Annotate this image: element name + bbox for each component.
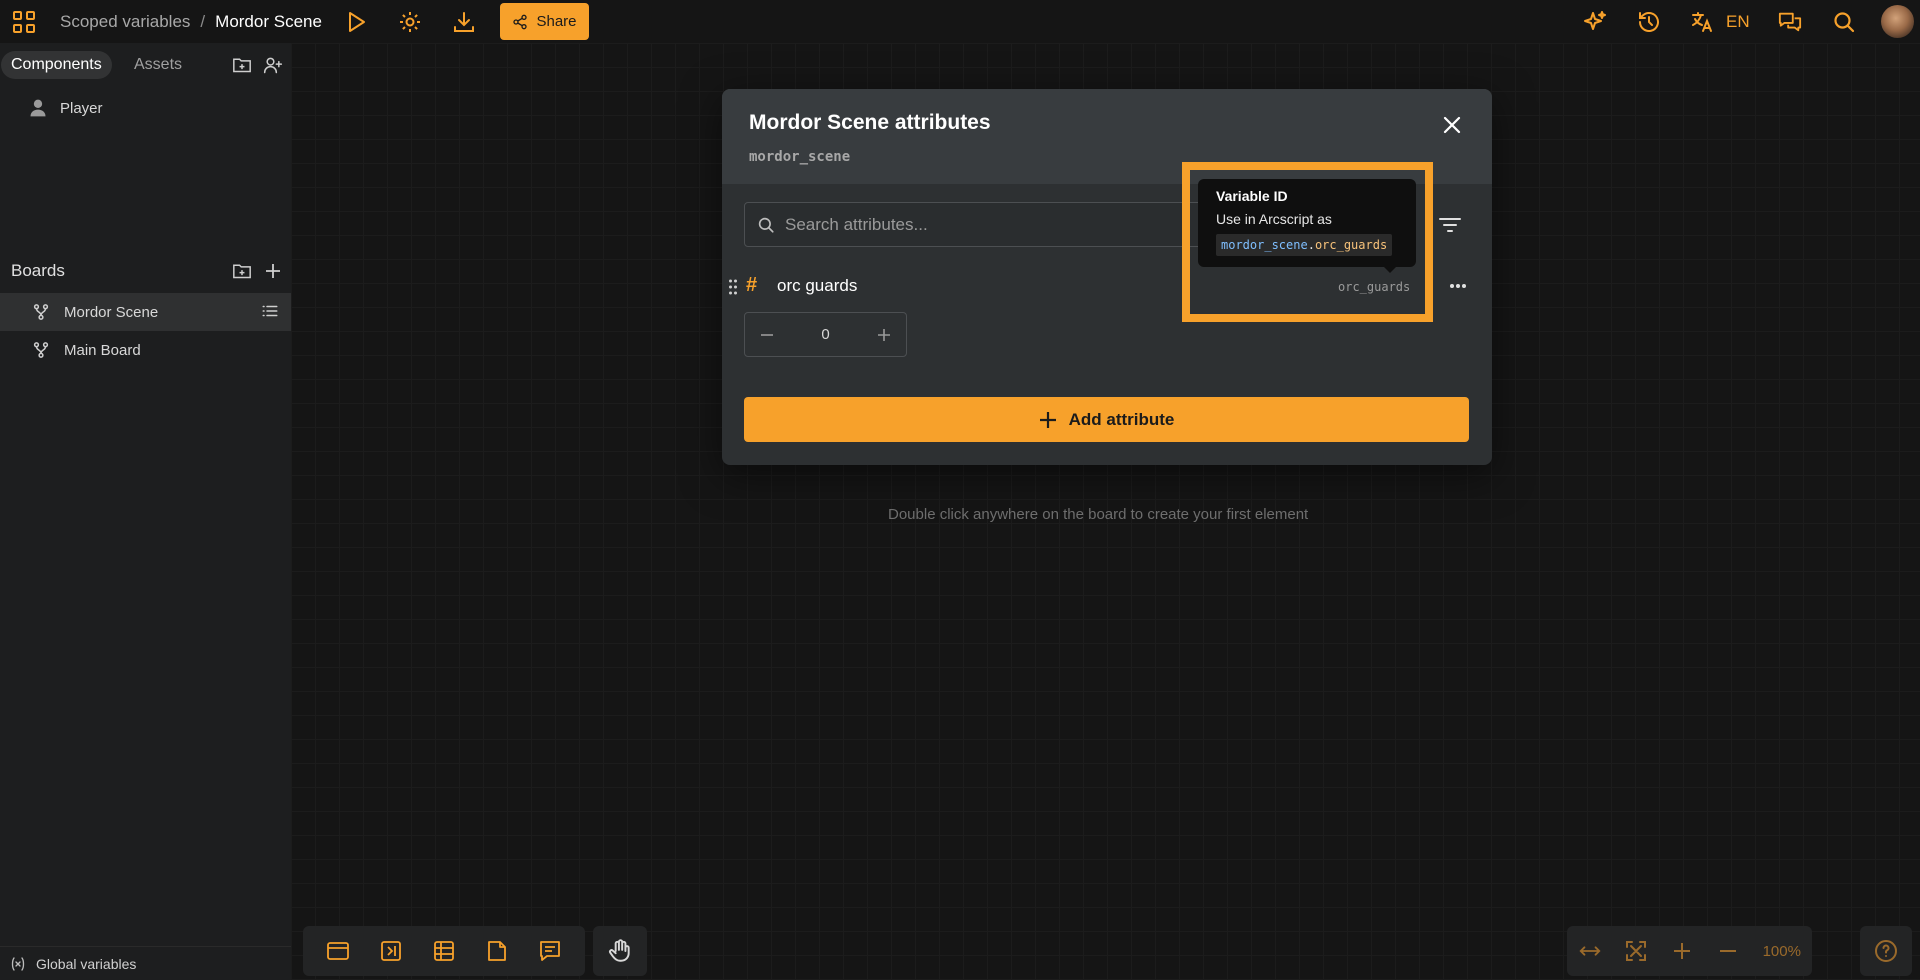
- stepper-value[interactable]: 0: [821, 326, 829, 343]
- sidebar-item-main-board[interactable]: Main Board: [0, 331, 291, 369]
- share-button[interactable]: Share: [500, 3, 589, 40]
- scope-id: mordor_scene: [749, 149, 851, 165]
- tab-components[interactable]: Components: [1, 51, 112, 79]
- board-icon: [33, 304, 49, 320]
- board-label: Main Board: [64, 341, 141, 359]
- boards-heading: Boards: [11, 261, 65, 280]
- breadcrumb: Scoped variables / Mordor Scene: [60, 12, 322, 32]
- empty-board-hint: Double click anywhere on the board to cr…: [888, 506, 1309, 523]
- jump-icon[interactable]: [379, 939, 403, 963]
- new-folder-icon[interactable]: [231, 54, 253, 76]
- more-icon: [1450, 284, 1466, 288]
- list-icon[interactable]: [261, 302, 279, 320]
- help-icon: [1875, 940, 1897, 962]
- variable-icon: [11, 956, 25, 971]
- fit-screen-icon[interactable]: [1624, 939, 1648, 963]
- add-user-icon[interactable]: [262, 54, 284, 76]
- card-icon[interactable]: [326, 939, 350, 963]
- pan-tool-button[interactable]: [593, 926, 647, 976]
- zoom-in-icon[interactable]: [1670, 939, 1694, 963]
- global-variables-label: Global variables: [36, 955, 137, 972]
- code-scope: mordor_scene: [1221, 238, 1308, 252]
- code-variable: orc_guards: [1314, 238, 1388, 252]
- note-icon[interactable]: [485, 939, 509, 963]
- comments-icon[interactable]: [1778, 10, 1802, 34]
- attribute-id[interactable]: orc_guards: [1338, 280, 1410, 294]
- tooltip-title: Variable ID: [1216, 188, 1288, 204]
- plus-icon: [878, 328, 890, 341]
- breadcrumb-project[interactable]: Scoped variables: [60, 12, 190, 32]
- sidebar-item-mordor-scene[interactable]: Mordor Scene: [0, 293, 291, 331]
- sidebar-tabs: Components Assets: [0, 51, 291, 81]
- add-board-icon[interactable]: [262, 260, 284, 282]
- search-icon: [758, 217, 774, 233]
- settings-icon[interactable]: [398, 10, 422, 34]
- tooltip-code: mordor_scene.orc_guards: [1216, 234, 1393, 256]
- dialog-header: Mordor Scene attributes mordor_scene: [722, 89, 1492, 184]
- board-icon: [33, 342, 49, 358]
- help-button[interactable]: [1860, 926, 1912, 976]
- add-attribute-button[interactable]: Add attribute: [744, 397, 1469, 442]
- zoom-level: 100%: [1762, 942, 1801, 960]
- sidebar: Components Assets Player Boards Mordor S…: [0, 43, 291, 980]
- close-icon: [1443, 116, 1461, 134]
- share-label: Share: [536, 13, 577, 30]
- comment-icon[interactable]: [538, 939, 562, 963]
- board-label: Mordor Scene: [64, 303, 159, 321]
- attribute-name[interactable]: orc guards: [777, 276, 857, 296]
- component-label: Player: [60, 99, 103, 117]
- history-icon[interactable]: [1637, 10, 1661, 34]
- fit-width-icon[interactable]: [1578, 939, 1602, 963]
- add-attribute-label: Add attribute: [1068, 409, 1175, 429]
- tab-assets[interactable]: Assets: [124, 51, 192, 79]
- download-icon[interactable]: [452, 10, 476, 34]
- variable-id-tooltip: Variable ID Use in Arcscript as mordor_s…: [1198, 179, 1416, 273]
- attributes-dialog: Mordor Scene attributes mordor_scene # o…: [722, 89, 1492, 465]
- filter-button[interactable]: [1436, 213, 1464, 237]
- hand-icon: [609, 939, 630, 962]
- tooltip-description: Use in Arcscript as: [1216, 211, 1332, 227]
- global-variables-button[interactable]: Global variables: [0, 946, 291, 980]
- close-button[interactable]: [1440, 113, 1464, 137]
- dialog-title: Mordor Scene attributes: [749, 111, 991, 134]
- attribute-row[interactable]: # orc guards orc_guards: [722, 271, 1492, 305]
- language-label[interactable]: EN: [1726, 12, 1750, 32]
- table-icon[interactable]: [432, 939, 456, 963]
- search-icon[interactable]: [1832, 10, 1856, 34]
- boards-section: Boards Mordor Scene Main Board: [0, 255, 291, 359]
- play-icon[interactable]: [344, 10, 368, 34]
- apps-grid-icon[interactable]: [12, 10, 36, 34]
- code-dot: .: [1307, 238, 1315, 252]
- minus-icon: [761, 333, 773, 336]
- breadcrumb-board: Mordor Scene: [215, 12, 322, 31]
- more-options-button[interactable]: [1446, 274, 1470, 298]
- avatar[interactable]: [1881, 5, 1914, 38]
- new-board-folder-icon[interactable]: [231, 260, 253, 282]
- breadcrumb-separator: /: [200, 12, 206, 31]
- zoom-out-icon[interactable]: [1716, 939, 1740, 963]
- filter-icon: [1439, 218, 1461, 232]
- decrement-button[interactable]: [757, 325, 777, 345]
- list-item[interactable]: Player: [28, 96, 103, 120]
- increment-button[interactable]: [874, 325, 894, 345]
- translate-icon[interactable]: [1690, 10, 1714, 34]
- value-stepper: 0: [744, 312, 907, 357]
- share-icon: [513, 14, 528, 29]
- plus-icon: [1039, 411, 1056, 428]
- zoom-toolbar: 100%: [1567, 926, 1812, 976]
- person-icon: [30, 99, 46, 117]
- number-type-icon: #: [746, 274, 758, 296]
- drag-handle-icon[interactable]: [728, 278, 738, 296]
- element-toolbar: [303, 926, 585, 976]
- top-bar: Scoped variables / Mordor Scene Share EN: [0, 0, 1920, 43]
- ai-sparkle-icon[interactable]: [1583, 10, 1607, 34]
